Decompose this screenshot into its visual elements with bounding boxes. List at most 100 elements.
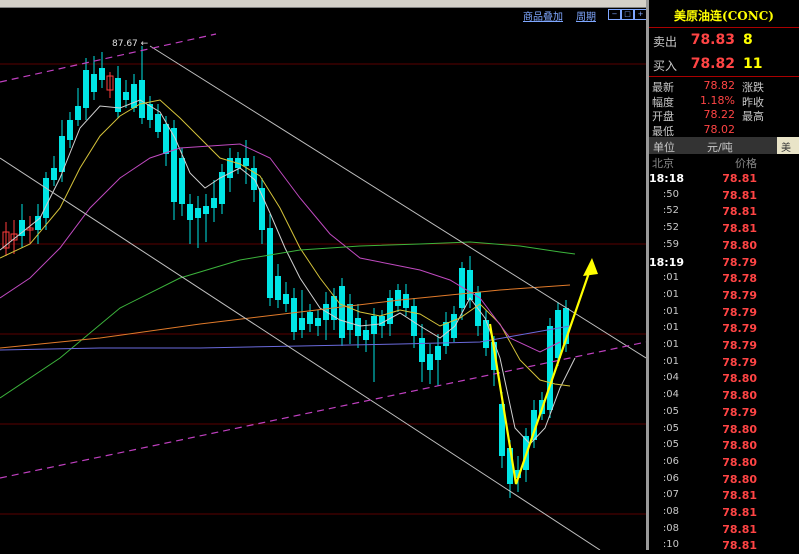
- orderbook-price: 78.83: [690, 32, 735, 48]
- tick-price: 78.81: [722, 188, 757, 202]
- arrow-head: [583, 258, 598, 276]
- candle-body: [67, 120, 73, 140]
- candle-body: [139, 80, 145, 118]
- candle-body: [299, 318, 305, 330]
- candle-body: [243, 158, 249, 166]
- tick-time: :01: [662, 272, 679, 284]
- tick-row: :05 78.79: [649, 405, 799, 421]
- tick-time: :01: [662, 355, 679, 367]
- candle-body: [427, 354, 433, 370]
- tick-price: 78.79: [722, 288, 757, 302]
- candle-body: [267, 228, 273, 298]
- tick-row: :04 78.80: [649, 371, 799, 387]
- tick-time: :01: [662, 339, 679, 350]
- tick-price: 78.81: [722, 506, 757, 519]
- tick-price: 78.80: [722, 472, 757, 486]
- candle-body: [467, 270, 473, 300]
- unit-tab[interactable]: 美: [777, 137, 799, 154]
- tick-row: :01 78.79: [649, 355, 799, 371]
- candle-body: [547, 326, 553, 410]
- tick-price: 78.81: [722, 205, 757, 219]
- v-arrow-line: [488, 263, 594, 485]
- tick-row: :08 78.81: [649, 505, 799, 521]
- unit-tab-label: 美: [781, 143, 791, 154]
- tick-time: :08: [662, 506, 679, 517]
- tick-row: :04 78.80: [649, 388, 799, 404]
- orderbook-volume: 8: [743, 32, 753, 48]
- stat-row: 最低 78.02: [649, 122, 799, 138]
- tick-time: :06: [662, 472, 679, 484]
- tick-row: :01 78.79: [649, 288, 799, 304]
- candle-body: [363, 330, 369, 340]
- candle-body: [395, 290, 401, 306]
- tick-price: 78.79: [722, 305, 757, 319]
- tick-row: :59 78.80: [649, 238, 799, 254]
- tick-time: :04: [662, 389, 679, 401]
- tick-time: :52: [662, 205, 679, 217]
- candle-body: [419, 338, 425, 362]
- tick-time: :06: [662, 455, 679, 467]
- tick-price: 78.78: [722, 272, 757, 286]
- tick-price: 78.80: [722, 439, 757, 453]
- tick-time: :05: [662, 405, 679, 417]
- tick-row: :52 78.81: [649, 221, 799, 237]
- candle-body: [275, 276, 281, 300]
- tick-time: :04: [662, 372, 679, 384]
- tick-price: 78.79: [722, 339, 757, 352]
- tick-row: :06 78.80: [649, 455, 799, 471]
- candle-body: [315, 318, 321, 326]
- orderbook-row[interactable]: 卖出 78.83 8: [649, 28, 799, 52]
- tick-row: :01 78.79: [649, 305, 799, 321]
- candle-body: [283, 294, 289, 304]
- candle-body: [163, 124, 169, 154]
- tick-price: 78.81: [722, 522, 757, 536]
- tick-row: :01 78.79: [649, 338, 799, 354]
- tick-price: 78.81: [722, 489, 757, 503]
- tick-price: 78.81: [722, 172, 757, 185]
- ticks-header-time: 北京: [652, 157, 674, 170]
- tick-row: :07 78.81: [649, 488, 799, 504]
- channel-bottom-line: [0, 157, 601, 550]
- tick-price: 78.80: [722, 389, 757, 403]
- candlestick-chart[interactable]: 商品叠加 周期 − □ + 87.67 ←: [0, 8, 647, 550]
- tick-price: 78.81: [722, 539, 757, 553]
- candle-body: [123, 92, 129, 100]
- candle-body: [291, 298, 297, 332]
- candle-body: [555, 310, 561, 358]
- orderbook-price: 78.82: [690, 56, 735, 72]
- stat-value: 78.82: [703, 79, 736, 92]
- orderbook-row[interactable]: 买入 78.82 11: [649, 52, 799, 76]
- candle-body: [115, 78, 121, 112]
- tick-row: :08 78.81: [649, 522, 799, 538]
- chart-canvas: 87.67 ←: [0, 33, 646, 550]
- candle-body: [43, 178, 49, 218]
- candle-body: [403, 294, 409, 308]
- tick-row: 18:18 78.81: [649, 171, 799, 187]
- tick-price: 78.80: [722, 455, 757, 469]
- candle-body: [75, 106, 81, 120]
- tick-time: :10: [662, 539, 679, 551]
- candle-body: [131, 84, 137, 108]
- candle-body: [155, 114, 161, 132]
- tick-time: :52: [662, 222, 679, 234]
- candle-body: [339, 286, 345, 338]
- candle-body: [91, 74, 97, 92]
- unit-label: 单位: [653, 141, 675, 154]
- candle-body: [179, 158, 185, 204]
- candle-body: [483, 320, 489, 348]
- candle-body: [83, 70, 89, 108]
- tick-price: 78.79: [722, 355, 757, 369]
- ticks-header: 北京 价格: [649, 155, 799, 170]
- tick-time: :01: [662, 288, 679, 300]
- tick-price: 78.80: [722, 238, 757, 252]
- tick-price: 78.81: [722, 222, 757, 236]
- tick-time: 18:18: [649, 172, 685, 185]
- tick-row: :01 78.79: [649, 321, 799, 337]
- tick-row: :10 78.81: [649, 538, 799, 554]
- candle-body: [171, 128, 177, 202]
- tick-time: :50: [662, 188, 679, 200]
- candle-body: [211, 198, 217, 208]
- tick-time: :05: [662, 439, 679, 451]
- tick-row: :05 78.80: [649, 438, 799, 454]
- tick-price: 78.79: [722, 322, 757, 336]
